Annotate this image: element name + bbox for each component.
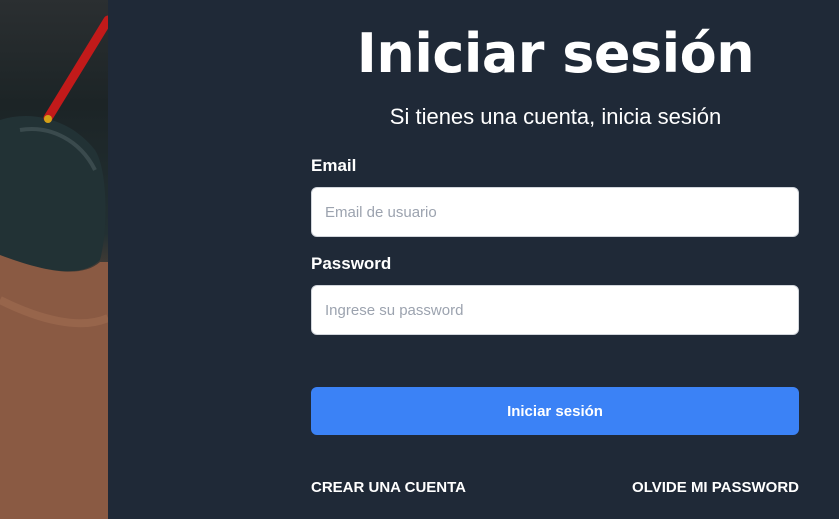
email-field[interactable] [311,187,799,237]
forgot-password-link[interactable]: OLVIDE MI PASSWORD [632,479,799,497]
page-title: Iniciar sesión [356,22,755,85]
create-account-link[interactable]: CREAR UNA CUENTA [311,479,466,497]
password-field[interactable] [311,285,799,335]
login-page: Iniciar sesión Si tienes una cuenta, ini… [0,0,839,519]
tattoo-photo-illustration [0,15,108,519]
login-panel: Iniciar sesión Si tienes una cuenta, ini… [108,0,839,519]
tattoo-photo [0,0,108,519]
page-subtitle: Si tienes una cuenta, inicia sesión [389,104,722,129]
password-label: Password [311,254,392,273]
login-button[interactable]: Iniciar sesión [311,387,799,435]
email-label: Email [311,156,357,175]
